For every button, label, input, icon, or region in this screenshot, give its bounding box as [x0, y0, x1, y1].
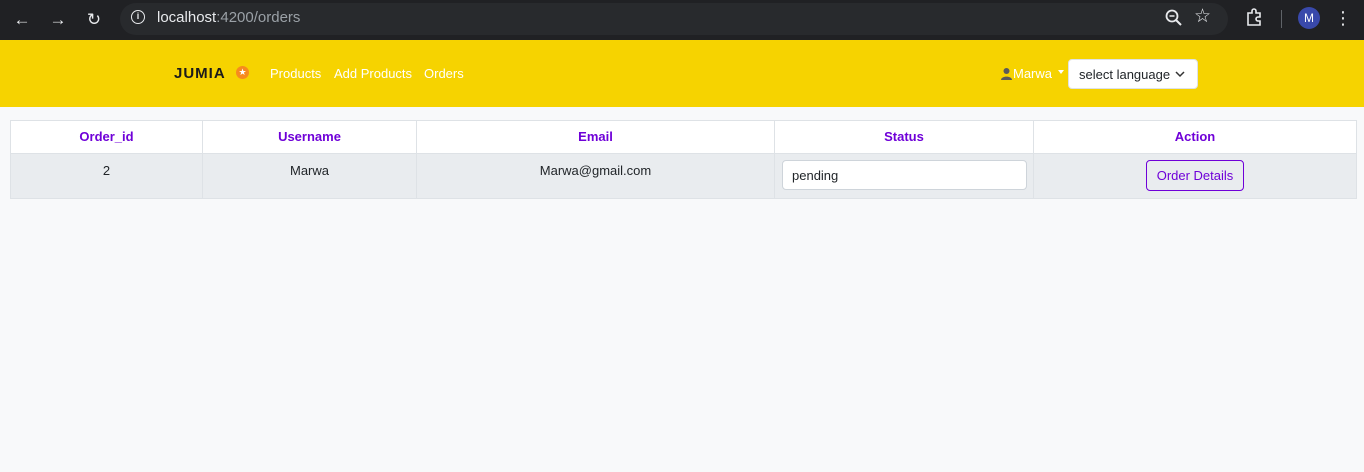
column-header-action: Action — [1033, 120, 1357, 154]
orders-table: Order_id Username Email Status Action 2 … — [10, 120, 1357, 199]
column-header-order-id: Order_id — [10, 120, 203, 154]
order-id-cell: 2 — [10, 153, 203, 199]
user-icon — [1001, 68, 1012, 80]
app-navbar: JUMIA ★ Products Add Products Orders Mar… — [0, 40, 1364, 107]
user-caret-icon[interactable] — [1058, 70, 1064, 74]
nav-link-orders[interactable]: Orders — [424, 65, 464, 82]
extensions-icon[interactable] — [1245, 7, 1265, 27]
brand-star-icon: ★ — [236, 66, 249, 79]
profile-avatar[interactable]: M — [1298, 7, 1320, 29]
nav-link-products[interactable]: Products — [270, 65, 321, 82]
language-select[interactable]: select language — [1068, 59, 1198, 89]
table-header-row: Order_id Username Email Status Action — [10, 120, 1357, 154]
zoom-icon[interactable] — [1164, 8, 1184, 28]
nav-link-add-products[interactable]: Add Products — [334, 65, 412, 82]
more-menu-icon[interactable]: ⋮ — [1334, 6, 1352, 30]
url-text[interactable]: localhost:4200/orders — [157, 8, 300, 28]
column-header-status: Status — [774, 120, 1034, 154]
chevron-down-icon — [1175, 71, 1185, 78]
back-icon[interactable]: ← — [8, 6, 36, 34]
bookmark-star-icon[interactable]: ☆ — [1194, 5, 1211, 29]
status-input[interactable] — [782, 160, 1027, 190]
toolbar-separator — [1281, 10, 1282, 28]
url-host: localhost — [157, 9, 217, 26]
url-path: :4200/orders — [216, 9, 301, 26]
column-header-email: Email — [416, 120, 775, 154]
table-row: 2 Marwa Marwa@gmail.com Order Details — [10, 153, 1357, 199]
forward-icon[interactable]: → — [44, 6, 72, 34]
username-cell: Marwa — [202, 153, 417, 199]
browser-toolbar: ← → ↻ i localhost:4200/orders ☆ M ⋮ — [0, 0, 1364, 40]
order-details-button[interactable]: Order Details — [1146, 160, 1244, 191]
email-cell: Marwa@gmail.com — [416, 153, 775, 199]
language-select-value: select language — [1079, 67, 1171, 82]
user-menu[interactable]: Marwa — [1013, 65, 1052, 82]
brand-logo[interactable]: JUMIA — [174, 65, 226, 82]
site-info-icon[interactable]: i — [131, 10, 145, 24]
column-header-username: Username — [202, 120, 417, 154]
action-cell: Order Details — [1033, 153, 1357, 199]
reload-icon[interactable]: ↻ — [80, 6, 108, 34]
status-cell — [774, 153, 1034, 199]
